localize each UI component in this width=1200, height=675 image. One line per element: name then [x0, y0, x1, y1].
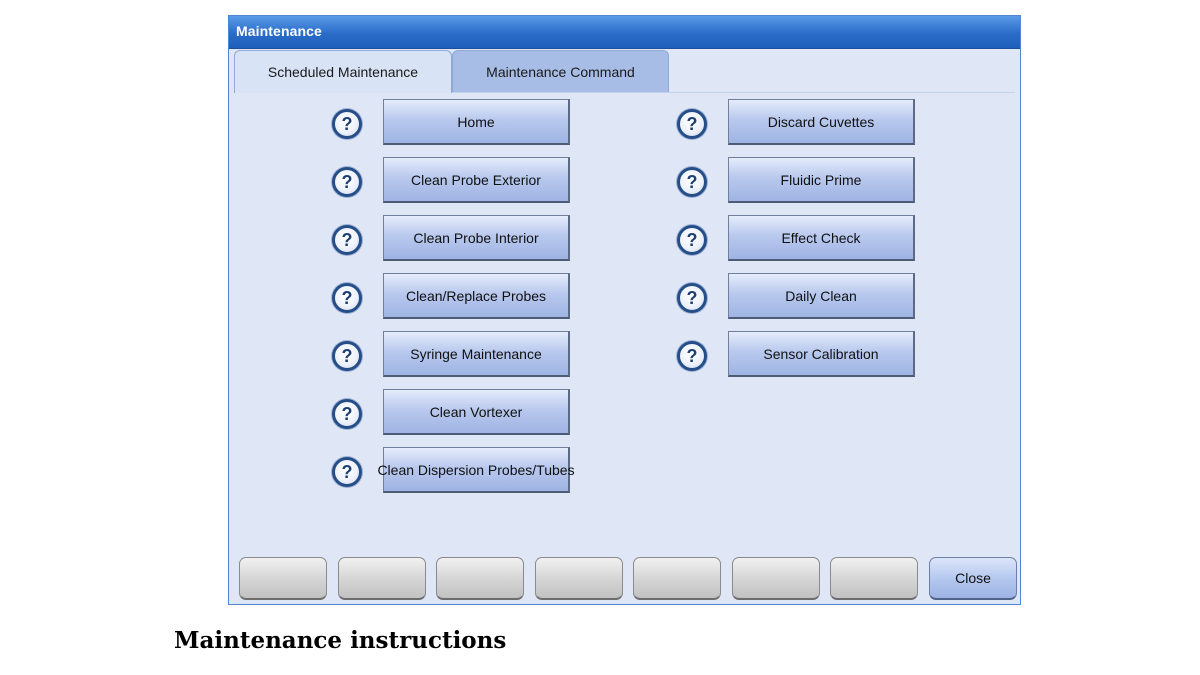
fluidic-prime-button[interactable]: Fluidic Prime	[728, 157, 915, 203]
caption: Maintenance instructions	[174, 627, 507, 654]
effect-check-button[interactable]: Effect Check	[728, 215, 915, 261]
help-icon[interactable]: ?	[677, 109, 707, 139]
clean-probe-interior-button[interactable]: Clean Probe Interior	[383, 215, 570, 261]
help-icon[interactable]: ?	[332, 341, 362, 371]
clean-probe-exterior-button[interactable]: Clean Probe Exterior	[383, 157, 570, 203]
clean-vortexer-button[interactable]: Clean Vortexer	[383, 389, 570, 435]
help-icon[interactable]: ?	[677, 283, 707, 313]
help-icon[interactable]: ?	[332, 167, 362, 197]
footer-button-5[interactable]	[633, 557, 721, 600]
syringe-maintenance-button[interactable]: Syringe Maintenance	[383, 331, 570, 377]
clean-replace-probes-button[interactable]: Clean/Replace Probes	[383, 273, 570, 319]
footer-button-6[interactable]	[732, 557, 820, 600]
footer-button-4[interactable]	[535, 557, 623, 600]
tab-scheduled-maintenance[interactable]: Scheduled Maintenance	[234, 50, 452, 93]
title-bar: Maintenance	[229, 16, 1020, 49]
footer-button-2[interactable]	[338, 557, 426, 600]
footer-button-1[interactable]	[239, 557, 327, 600]
window-title: Maintenance	[236, 23, 322, 39]
footer-button-7[interactable]	[830, 557, 918, 600]
sensor-calibration-button[interactable]: Sensor Calibration	[728, 331, 915, 377]
discard-cuvettes-button[interactable]: Discard Cuvettes	[728, 99, 915, 145]
help-icon[interactable]: ?	[332, 225, 362, 255]
help-icon[interactable]: ?	[677, 225, 707, 255]
footer-button-3[interactable]	[436, 557, 524, 600]
help-icon[interactable]: ?	[332, 283, 362, 313]
help-icon[interactable]: ?	[332, 457, 362, 487]
clean-dispersion-probes-tubes-button[interactable]: Clean Dispersion Probes/Tubes	[377, 447, 575, 493]
tab-maintenance-command[interactable]: Maintenance Command	[452, 50, 669, 93]
maintenance-window: Maintenance Scheduled Maintenance Mainte…	[228, 15, 1021, 605]
help-icon[interactable]: ?	[332, 109, 362, 139]
help-icon[interactable]: ?	[332, 399, 362, 429]
help-icon[interactable]: ?	[677, 167, 707, 197]
help-icon[interactable]: ?	[677, 341, 707, 371]
close-button[interactable]: Close	[929, 557, 1017, 600]
home-button[interactable]: Home	[383, 99, 570, 145]
daily-clean-button[interactable]: Daily Clean	[728, 273, 915, 319]
